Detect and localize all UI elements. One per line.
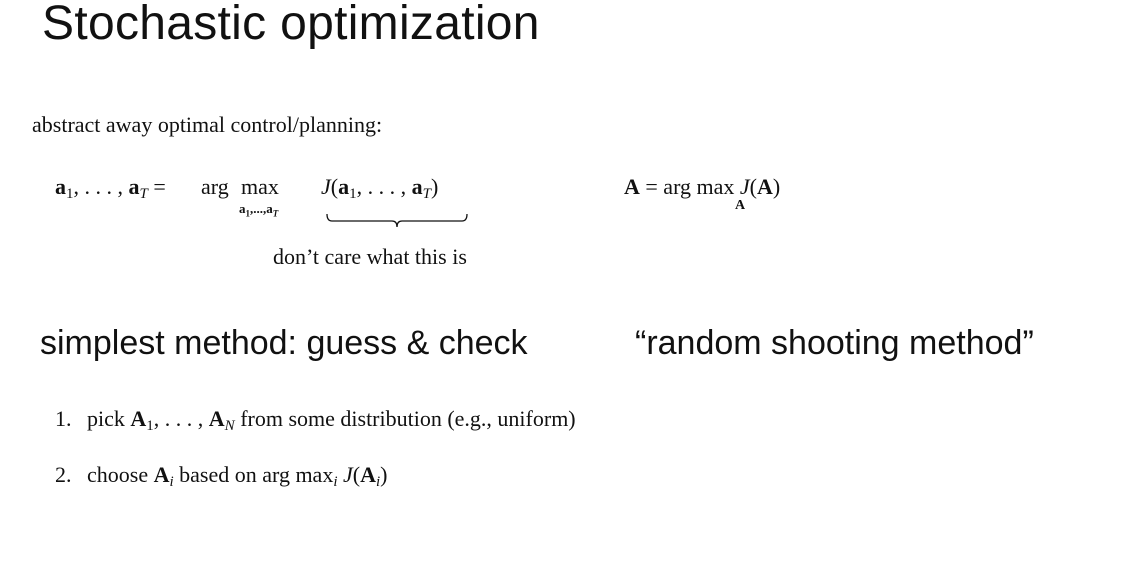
step-text: choose Ai based on arg maxi J(Ai) (87, 462, 388, 490)
underbrace (326, 213, 468, 228)
equation-objective: J(a1, . . . , aT) (321, 174, 439, 202)
brace-note: don’t care what this is (273, 244, 467, 269)
step-number: 1. (55, 406, 72, 431)
method-heading: simplest method: guess & check (40, 324, 528, 362)
compact-equation-subscript: A (735, 198, 746, 213)
step-number: 2. (55, 462, 72, 487)
intro-text: abstract away optimal control/planning: (32, 112, 383, 137)
equation-max-subscript: a1,...,aT (239, 201, 279, 219)
method-nickname: “random shooting method” (635, 324, 1034, 362)
list-item: 2. choose Ai based on arg maxi J(Ai) (55, 462, 576, 518)
list-item: 1. pick A1, . . . , AN from some distribu… (55, 406, 576, 462)
equation-lhs: a1, . . . , aT = (55, 174, 166, 202)
compact-equation-main: A = arg max J(A) (624, 174, 781, 199)
equation-arg: arg (201, 174, 229, 199)
equation-max: max (241, 174, 279, 199)
slide-title: Stochastic optimization (42, 0, 540, 50)
step-text: pick A1, . . . , AN from some distributi… (87, 406, 576, 434)
steps-list: 1. pick A1, . . . , AN from some distribu… (55, 406, 576, 518)
